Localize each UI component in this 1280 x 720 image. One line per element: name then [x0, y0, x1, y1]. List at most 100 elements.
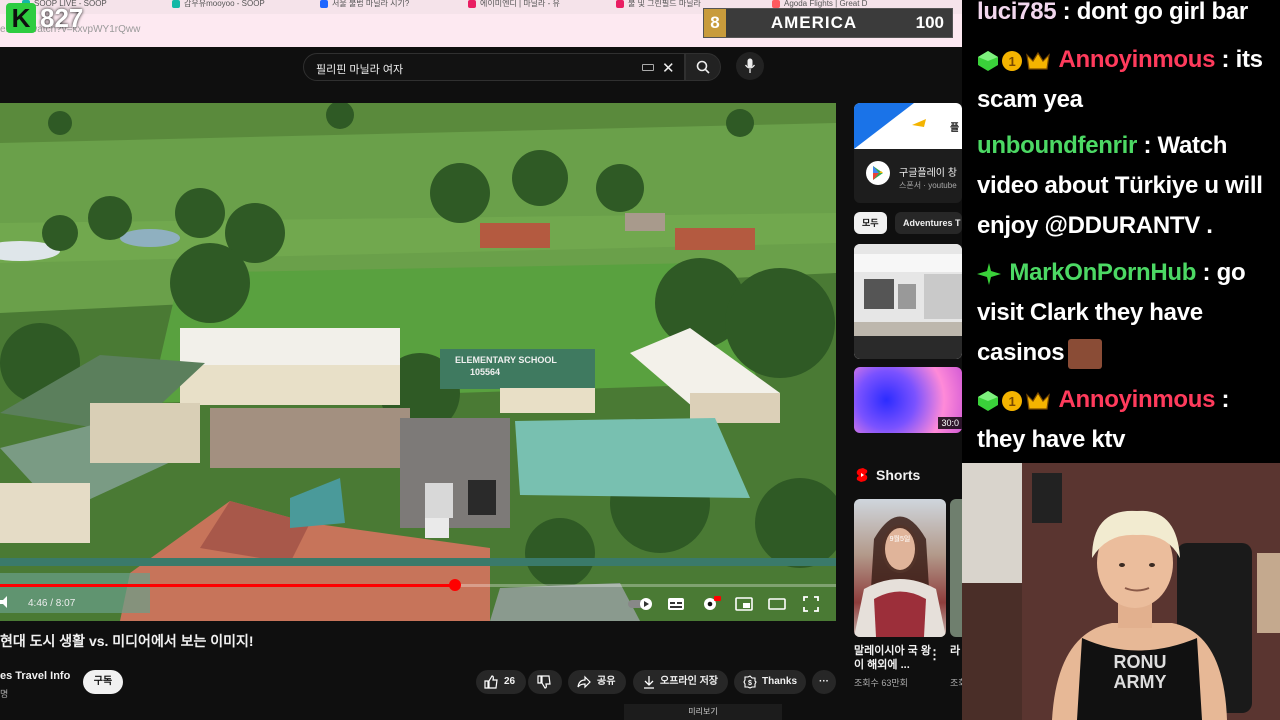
thumbnail-image — [854, 244, 962, 359]
stream-chat: luci785 : dont go girl bar 1 Annoyinmous… — [962, 0, 1280, 463]
progress-bar[interactable] — [0, 579, 836, 591]
kick-logo-icon: K — [6, 3, 36, 33]
tab-label: 불 및 그린필드 마닐라 — [628, 0, 701, 8]
gold-coin-badge-icon: 1 — [1002, 390, 1022, 411]
viewer-count-badge: K 827 — [6, 3, 83, 33]
browser-tab[interactable]: 서울 불법 마닐라 시기? — [318, 0, 463, 14]
thanks-button[interactable]: $ Thanks — [734, 670, 806, 694]
channel-name[interactable]: es Travel Info — [0, 670, 70, 682]
theater-mode-icon[interactable] — [768, 596, 786, 612]
youtube-page: 필리핀 마닐라 여자 ✕ ELEMENTARY SCHOOL 105564 4:… — [0, 47, 962, 720]
thanks-label: Thanks — [762, 676, 798, 687]
video-frame: ELEMENTARY SCHOOL 105564 — [0, 103, 836, 621]
svg-text:$: $ — [748, 680, 752, 687]
chat-message: unboundfenrir : Watch video about Türkiy… — [977, 126, 1277, 246]
recommended-video-thumbnail[interactable] — [854, 244, 962, 359]
score-country: AMERICA — [770, 13, 858, 32]
share-button[interactable]: 공유 — [568, 670, 626, 694]
thumbs-down-icon — [537, 675, 551, 689]
emote-icon — [1068, 338, 1103, 369]
voice-search-button[interactable] — [736, 52, 764, 80]
chat-username: unboundfenrir — [977, 132, 1138, 159]
green-gem-badge-icon — [978, 390, 998, 411]
volume-icon[interactable] — [0, 596, 10, 608]
miniplayer-icon[interactable] — [735, 596, 753, 612]
tab-favicon-icon — [172, 0, 180, 8]
short-thumbnail[interactable]: 9월5일 — [854, 499, 946, 637]
ad-banner-graphic — [854, 103, 926, 149]
chat-username: Annoyinmous — [1058, 46, 1216, 73]
like-button[interactable]: 26 — [476, 670, 526, 694]
ad-banner: 플 — [854, 103, 962, 149]
recommended-video-thumbnail[interactable]: 30:0 — [854, 367, 962, 433]
video-duration-badge: 30:0 — [938, 417, 962, 429]
video-player[interactable]: ELEMENTARY SCHOOL 105564 4:46 / 8:07 — [0, 103, 836, 621]
tab-label: Agoda Flights | Great D — [784, 0, 868, 8]
progress-scrubber[interactable] — [448, 579, 461, 591]
thanks-icon: $ — [743, 675, 757, 689]
tab-favicon-icon — [772, 0, 780, 8]
short-thumbnail[interactable] — [950, 499, 962, 637]
short-thumbnail-image: 9월5일 — [854, 516, 946, 637]
more-actions-button[interactable]: ··· — [812, 670, 836, 694]
sponsored-ad-card[interactable]: 플 구글플레이 창 스폰서 · youtube — [854, 103, 962, 203]
ad-sponsor-text: 스폰서 · youtube — [899, 181, 957, 190]
tab-label: 갑우유mooyoo - SOOP — [184, 0, 265, 8]
chip-adventures[interactable]: Adventures T — [895, 212, 962, 234]
school-sign-subtext: 105564 — [470, 367, 500, 377]
short-view-count: 조회수 63만회 — [854, 678, 908, 688]
tab-favicon-icon — [468, 0, 476, 8]
streamer-webcam: RONU ARMY — [962, 463, 1280, 720]
tab-label: 서울 불법 마닐라 시기? — [332, 0, 410, 8]
short-overlay-text: 9월5일 — [890, 534, 911, 543]
ad-banner-text: 플 — [950, 123, 960, 134]
video-title: 현대 도시 생활 vs. 미디어에서 보는 이미지! — [0, 633, 254, 649]
keyboard-icon[interactable] — [642, 64, 654, 71]
chat-username: Annoyinmous — [1058, 386, 1216, 413]
svg-text:1: 1 — [1009, 54, 1016, 69]
crown-badge-icon — [1026, 391, 1050, 410]
google-play-icon — [866, 161, 890, 185]
dislike-button[interactable] — [528, 670, 562, 694]
time-display: 4:46 / 8:07 — [28, 598, 76, 609]
fullscreen-icon[interactable] — [803, 596, 819, 612]
chat-message: MarkOnPornHub : go visit Clark they have… — [977, 253, 1277, 373]
autoplay-toggle-icon[interactable] — [628, 596, 654, 612]
subtitles-icon[interactable] — [667, 596, 685, 612]
score-left: 8 — [704, 9, 726, 37]
shirt-text: ARMY — [1114, 672, 1167, 692]
offline-save-button[interactable]: 오프라인 저장 — [633, 670, 728, 694]
chat-message: 1 Annoyinmous : its scam yea — [977, 40, 1277, 120]
preview-label: 미리보기 — [624, 704, 782, 720]
search-query-text[interactable]: 필리핀 마닐라 여자 — [316, 61, 403, 77]
short-more-menu-icon[interactable]: ⋮ — [928, 647, 941, 663]
like-count: 26 — [504, 676, 516, 687]
chat-message: 1 Annoyinmous : they have ktv — [977, 380, 1277, 460]
settings-gear-icon[interactable] — [701, 596, 721, 612]
green-gem-badge-icon — [978, 50, 998, 71]
short-view-count: 조회 — [950, 678, 962, 688]
more-actions-icon: ··· — [819, 676, 829, 687]
short-title[interactable]: 라 결 — [950, 644, 962, 658]
svg-text:1: 1 — [1009, 394, 1016, 409]
country-score-overlay: 8 AMERICA 100 — [703, 8, 953, 38]
subscribe-button[interactable]: 구독 — [83, 670, 123, 694]
search-button[interactable] — [685, 53, 721, 81]
search-input[interactable]: 필리핀 마닐라 여자 ✕ — [303, 53, 685, 81]
gold-coin-badge-icon: 1 — [1002, 50, 1022, 71]
shorts-header: Shorts — [876, 467, 921, 483]
share-icon — [577, 675, 591, 689]
tab-label: 에이미엔디 | 마닐라 - 유 — [480, 0, 560, 8]
tab-favicon-icon — [616, 0, 624, 8]
search-icon — [696, 60, 710, 74]
chip-all[interactable]: 모두 — [854, 212, 887, 234]
chat-username: luci785 — [977, 0, 1057, 25]
browser-tab[interactable]: 에이미엔디 | 마닐라 - 유 — [466, 0, 611, 14]
screen: SOOP LIVE - SOOP 갑우유mooyoo - SOOP 서울 불법 … — [0, 0, 1280, 720]
share-label: 공유 — [597, 676, 616, 687]
subscriber-count: 명 — [0, 689, 9, 699]
short-title[interactable]: 말레이시아 국 왕이 해외에 ... — [854, 644, 934, 672]
clear-search-icon[interactable]: ✕ — [662, 59, 675, 77]
ad-title: 구글플레이 창 — [899, 168, 957, 179]
browser-tab[interactable]: 갑우유mooyoo - SOOP — [170, 0, 315, 14]
